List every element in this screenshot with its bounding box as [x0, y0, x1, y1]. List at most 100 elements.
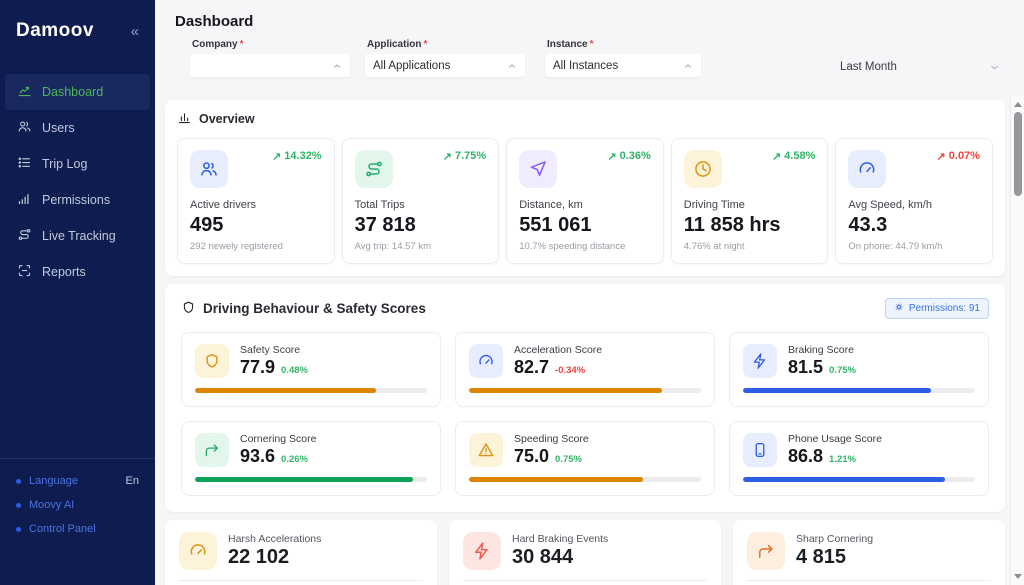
stat-label: Total Trips — [355, 199, 487, 211]
score-change: 1.21% — [829, 454, 856, 465]
users-icon — [190, 150, 228, 188]
stat-label: Active drivers — [190, 199, 322, 211]
sidebar-item-label: Permissions — [42, 193, 110, 207]
change-badge: ↗14.32% — [272, 150, 322, 163]
sidebar-item-users[interactable]: Users — [5, 110, 150, 146]
sidebar-item-permissions[interactable]: Permissions — [5, 182, 150, 218]
bullet-icon — [16, 527, 21, 532]
score-card-cornering: Cornering Score 93.6 0.26% — [181, 421, 441, 496]
trip-log-icon — [17, 155, 32, 173]
stat-label: Distance, km — [519, 199, 651, 211]
corner-arrow-icon — [195, 433, 229, 467]
score-card-safety: Safety Score 77.9 0.48% — [181, 332, 441, 407]
overview-title: Overview — [199, 112, 255, 126]
event-value: 4 815 — [796, 546, 873, 569]
language-value[interactable]: En — [126, 475, 139, 487]
score-label: Braking Score — [788, 344, 856, 356]
trend-arrow-icon: ↗ — [772, 150, 781, 163]
score-progress-fill — [469, 388, 662, 393]
collapse-sidebar-icon[interactable]: « — [131, 23, 139, 40]
corner-arrow-icon — [747, 532, 785, 570]
period-select[interactable]: Last Month — [840, 61, 1000, 73]
damoov-logo: Damoov — [16, 20, 94, 42]
score-change: -0.34% — [555, 365, 585, 376]
event-card-harsh-accelerations: Harsh Accelerations 22 102 Per trip 0.58… — [165, 520, 437, 585]
sidebar-item-label: Live Tracking — [42, 229, 116, 243]
score-change: 0.75% — [829, 365, 856, 376]
score-progress-fill — [195, 477, 413, 482]
clock-icon — [684, 150, 722, 188]
users-icon — [17, 119, 32, 137]
phone-icon — [743, 433, 777, 467]
application-label: Application — [367, 39, 421, 50]
chevron-down-icon — [989, 62, 1000, 73]
score-progress-bar — [743, 477, 975, 482]
score-value: 82.7 — [514, 357, 549, 378]
gear-icon — [894, 302, 904, 315]
language-link[interactable]: Language En — [0, 471, 155, 491]
instance-select[interactable]: All Instances — [545, 54, 701, 77]
dashboard-chart-icon — [17, 83, 32, 101]
score-label: Phone Usage Score — [788, 433, 882, 445]
sidebar-spacer — [0, 290, 155, 458]
application-select[interactable]: All Applications — [365, 54, 525, 77]
reports-icon — [17, 263, 32, 281]
required-mark: * — [423, 39, 427, 50]
sidebar-item-dashboard[interactable]: Dashboard — [5, 74, 150, 110]
lightning-icon — [463, 532, 501, 570]
application-value: All Applications — [373, 60, 450, 72]
stat-subtext: 292 newely registered — [190, 241, 322, 252]
sidebar-item-trip-log[interactable]: Trip Log — [5, 146, 150, 182]
stat-subtext: On phone: 44.79 km/h — [848, 241, 980, 252]
score-value: 77.9 — [240, 357, 275, 378]
moovy-ai-link[interactable]: Moovy AI — [0, 495, 155, 515]
scrollbar-thumb[interactable] — [1014, 112, 1022, 196]
overview-header: Overview — [177, 110, 993, 128]
stat-card-total-trips: ↗7.75% Total Trips 37 818 Avg trip: 14.5… — [342, 138, 500, 264]
score-progress-bar — [743, 388, 975, 393]
scroll-down-arrow-icon[interactable] — [1014, 574, 1022, 579]
bullet-icon — [16, 479, 21, 484]
scroll-up-arrow-icon[interactable] — [1014, 102, 1022, 107]
sidebar-item-label: Trip Log — [42, 157, 87, 171]
language-label: Language — [29, 475, 78, 487]
caret-up-icon — [332, 61, 342, 71]
score-value: 75.0 — [514, 446, 549, 467]
sidebar-item-reports[interactable]: Reports — [5, 254, 150, 290]
navigation-icon — [519, 150, 557, 188]
sidebar-item-label: Reports — [42, 265, 86, 279]
shield-icon — [195, 344, 229, 378]
instance-filter: Instance* All Instances — [545, 39, 701, 77]
score-change: 0.75% — [555, 454, 582, 465]
vertical-scrollbar[interactable] — [1010, 96, 1024, 585]
control-panel-link[interactable]: Control Panel — [0, 519, 155, 539]
company-filter: Company* — [190, 39, 350, 77]
safety-scores-panel: Driving Behaviour & Safety Scores Permis… — [165, 284, 1005, 512]
event-label: Harsh Accelerations — [228, 533, 321, 545]
company-select[interactable] — [190, 54, 350, 77]
event-label: Sharp Cornering — [796, 533, 873, 545]
speedometer-icon — [848, 150, 886, 188]
stat-subtext: Avg trip: 14.57 km — [355, 241, 487, 252]
stat-label: Avg Speed, km/h — [848, 199, 980, 211]
trend-arrow-icon: ↗ — [607, 150, 616, 163]
score-progress-fill — [195, 388, 376, 393]
score-progress-fill — [743, 477, 945, 482]
event-card-hard-braking: Hard Braking Events 30 844 Per trip 0.82 — [449, 520, 721, 585]
topbar: Dashboard Company* Application* All Appl… — [155, 0, 1024, 96]
stat-card-avg-speed: ↗0.07% Avg Speed, km/h 43.3 On phone: 44… — [835, 138, 993, 264]
event-label: Hard Braking Events — [512, 533, 608, 545]
safety-title: Driving Behaviour & Safety Scores — [203, 301, 426, 316]
sidebar-item-live-tracking[interactable]: Live Tracking — [5, 218, 150, 254]
score-label: Safety Score — [240, 344, 308, 356]
stat-value: 551 061 — [519, 214, 651, 237]
score-progress-fill — [743, 388, 931, 393]
permissions-badge[interactable]: Permissions: 91 — [885, 298, 989, 319]
overview-cards: ↗14.32% Active drivers 495 292 newely re… — [177, 138, 993, 264]
per-trip-row: Per trip 0.82 — [463, 580, 707, 585]
stat-card-driving-time: ↗4.58% Driving Time 11 858 hrs 4.76% at … — [671, 138, 829, 264]
stat-value: 11 858 hrs — [684, 214, 816, 237]
change-badge: ↗4.58% — [772, 150, 815, 163]
caret-up-icon — [507, 61, 517, 71]
required-mark: * — [240, 39, 244, 50]
